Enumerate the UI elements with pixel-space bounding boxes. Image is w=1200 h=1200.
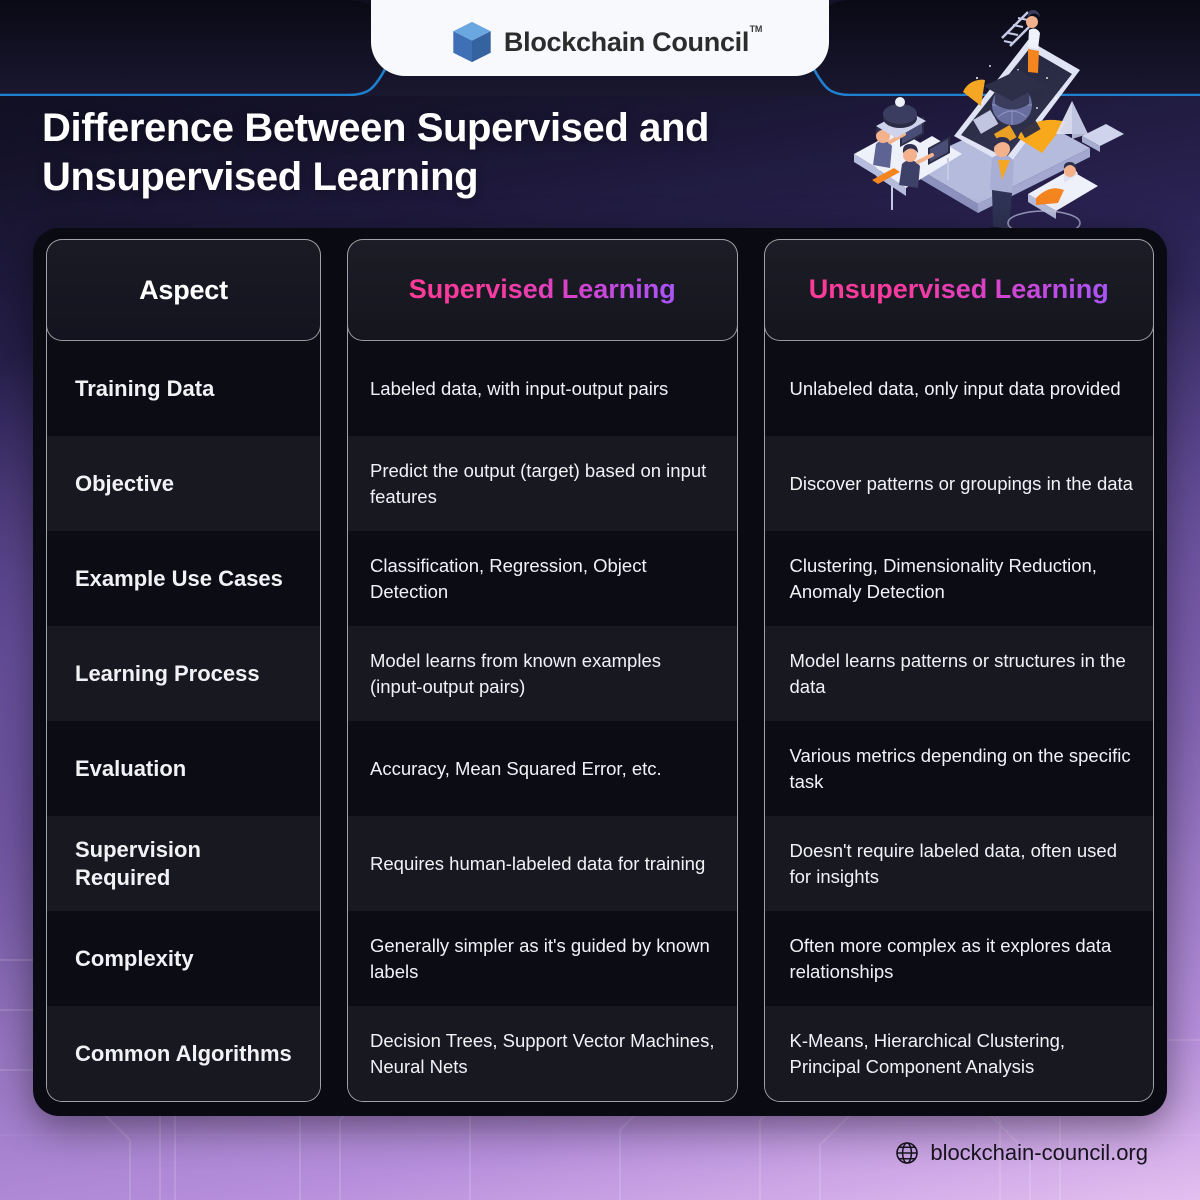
page-title: Difference Between Supervised and Unsupe… [42, 106, 710, 199]
column-header-aspect: Aspect [47, 240, 320, 341]
column-header-unsupervised: Unsupervised Learning [764, 240, 1154, 341]
table-row: Model learns from known examples (input-… [348, 626, 737, 721]
column-header-unsupervised-label: Unsupervised Learning [808, 274, 1109, 305]
column-unsupervised-body: Unlabeled data, only input data provided… [764, 341, 1153, 1101]
table-row: Unlabeled data, only input data provided [764, 341, 1153, 436]
table-row: Doesn't require labeled data, often used… [764, 816, 1153, 911]
table-row: Learning Process [47, 626, 320, 721]
illustration-cone [1056, 101, 1088, 139]
table-columns: Aspect Training Data Objective Example U… [33, 228, 1167, 1116]
table-row: Training Data [47, 341, 320, 436]
footer-website-label: blockchain-council.org [930, 1140, 1148, 1165]
footer-website[interactable]: blockchain-council.org [895, 1140, 1148, 1166]
table-row: Model learns patterns or structures in t… [764, 626, 1153, 721]
column-supervised-learning: Supervised Learning Labeled data, with i… [347, 239, 738, 1102]
table-row: Accuracy, Mean Squared Error, etc. [348, 721, 737, 816]
column-header-aspect-label: Aspect [139, 274, 228, 305]
table-row: Discover patterns or groupings in the da… [764, 436, 1153, 531]
table-row: Generally simpler as it's guided by know… [348, 911, 737, 1006]
table-row: Common Algorithms [47, 1006, 320, 1101]
column-unsupervised-learning: Unsupervised Learning Unlabeled data, on… [763, 239, 1154, 1102]
table-row: Decision Trees, Support Vector Machines,… [348, 1006, 737, 1101]
table-row: Labeled data, with input-output pairs [348, 341, 737, 436]
comparison-table-panel: Aspect Training Data Objective Example U… [33, 228, 1167, 1116]
table-row: Complexity [47, 911, 320, 1006]
globe-icon [896, 1142, 919, 1164]
column-header-supervised-label: Supervised Learning [408, 274, 676, 305]
table-row: Evaluation [47, 721, 320, 816]
column-aspect: Aspect Training Data Objective Example U… [46, 239, 321, 1102]
column-aspect-body: Training Data Objective Example Use Case… [47, 341, 320, 1101]
table-row: Various metrics depending on the specifi… [764, 721, 1153, 816]
table-row: Requires human-labeled data for training [348, 816, 737, 911]
column-supervised-body: Labeled data, with input-output pairs Pr… [348, 341, 737, 1101]
table-row: Supervision Required [47, 816, 320, 911]
brand-logo[interactable]: Blockchain Council TM [451, 21, 762, 64]
table-row: Example Use Cases [47, 531, 320, 626]
table-row: K-Means, Hierarchical Clustering, Princi… [764, 1006, 1153, 1101]
column-header-supervised: Supervised Learning [347, 240, 737, 341]
brand-name: Blockchain Council TM [503, 24, 762, 58]
brand-name-text: Blockchain Council [503, 27, 750, 57]
cube-icon [453, 21, 491, 63]
brand-logo-plate: Blockchain Council TM [371, 0, 829, 76]
table-row: Classification, Regression, Object Detec… [348, 531, 737, 626]
trademark-symbol: TM [749, 24, 763, 34]
table-row: Predict the output (target) based on inp… [348, 436, 737, 531]
table-row: Objective [47, 436, 320, 531]
table-row: Clustering, Dimensionality Reduction, An… [764, 531, 1153, 626]
table-row: Often more complex as it explores data r… [764, 911, 1153, 1006]
isometric-elearning-illustration [854, 10, 1124, 236]
